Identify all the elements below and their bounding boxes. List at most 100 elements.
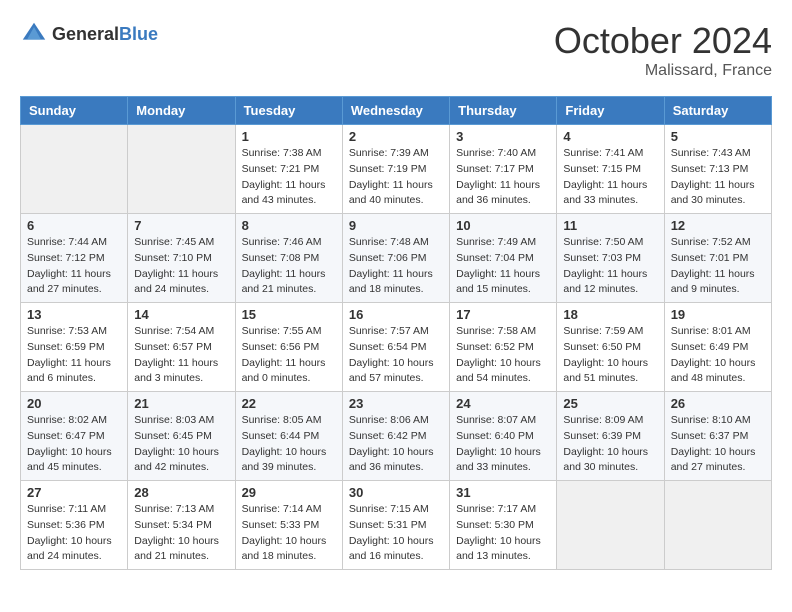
sunset-text: Sunset: 6:40 PM [456,430,534,442]
sunset-text: Sunset: 5:33 PM [242,519,320,531]
sunset-text: Sunset: 6:44 PM [242,430,320,442]
cell-info: Sunrise: 7:58 AMSunset: 6:52 PMDaylight:… [456,324,550,387]
sunset-text: Sunset: 7:08 PM [242,252,320,264]
calendar-cell: 7Sunrise: 7:45 AMSunset: 7:10 PMDaylight… [128,214,235,303]
cell-info: Sunrise: 7:43 AMSunset: 7:13 PMDaylight:… [671,146,765,209]
sunrise-text: Sunrise: 8:06 AM [349,414,429,426]
daylight-text: Daylight: 11 hours and 33 minutes. [563,179,647,207]
weekday-header: Wednesday [342,97,449,125]
calendar-week-row: 20Sunrise: 8:02 AMSunset: 6:47 PMDayligh… [21,392,772,481]
sunrise-text: Sunrise: 8:05 AM [242,414,322,426]
sunset-text: Sunset: 6:42 PM [349,430,427,442]
daylight-text: Daylight: 10 hours and 51 minutes. [563,357,648,385]
logo-icon [20,20,48,48]
logo-blue-text: Blue [119,24,158,44]
sunset-text: Sunset: 7:12 PM [27,252,105,264]
day-number: 8 [242,218,336,233]
sunset-text: Sunset: 5:30 PM [456,519,534,531]
cell-info: Sunrise: 8:07 AMSunset: 6:40 PMDaylight:… [456,413,550,476]
sunrise-text: Sunrise: 7:52 AM [671,236,751,248]
calendar-cell: 10Sunrise: 7:49 AMSunset: 7:04 PMDayligh… [450,214,557,303]
daylight-text: Daylight: 10 hours and 21 minutes. [134,535,219,563]
sunrise-text: Sunrise: 7:38 AM [242,147,322,159]
daylight-text: Daylight: 11 hours and 18 minutes. [349,268,433,296]
sunset-text: Sunset: 7:21 PM [242,163,320,175]
sunset-text: Sunset: 6:47 PM [27,430,105,442]
day-number: 11 [563,218,657,233]
daylight-text: Daylight: 10 hours and 27 minutes. [671,446,756,474]
calendar-cell [128,125,235,214]
sunset-text: Sunset: 6:37 PM [671,430,749,442]
location-title: Malissard, France [554,62,772,80]
sunrise-text: Sunrise: 8:10 AM [671,414,751,426]
daylight-text: Daylight: 11 hours and 3 minutes. [134,357,218,385]
day-number: 15 [242,307,336,322]
weekday-header: Sunday [21,97,128,125]
calendar-cell: 14Sunrise: 7:54 AMSunset: 6:57 PMDayligh… [128,303,235,392]
cell-info: Sunrise: 7:39 AMSunset: 7:19 PMDaylight:… [349,146,443,209]
daylight-text: Daylight: 10 hours and 48 minutes. [671,357,756,385]
daylight-text: Daylight: 11 hours and 43 minutes. [242,179,326,207]
sunset-text: Sunset: 5:34 PM [134,519,212,531]
day-number: 22 [242,396,336,411]
calendar-cell: 8Sunrise: 7:46 AMSunset: 7:08 PMDaylight… [235,214,342,303]
day-number: 31 [456,485,550,500]
sunrise-text: Sunrise: 7:44 AM [27,236,107,248]
day-number: 26 [671,396,765,411]
calendar-cell: 17 Sunrise: 7:58 AMSunset: 6:52 PMDayligh… [450,303,557,392]
weekday-header: Tuesday [235,97,342,125]
sunset-text: Sunset: 7:04 PM [456,252,534,264]
sunrise-text: Sunrise: 7:41 AM [563,147,643,159]
calendar-week-row: 27Sunrise: 7:11 AMSunset: 5:36 PMDayligh… [21,481,772,570]
logo: GeneralBlue [20,20,158,48]
calendar-cell: 12Sunrise: 7:52 AMSunset: 7:01 PMDayligh… [664,214,771,303]
cell-info: Sunrise: 7:59 AMSunset: 6:50 PMDaylight:… [563,324,657,387]
day-number: 17 [456,307,550,322]
calendar-cell: 15Sunrise: 7:55 AMSunset: 6:56 PMDayligh… [235,303,342,392]
daylight-text: Daylight: 10 hours and 54 minutes. [456,357,541,385]
cell-info: Sunrise: 8:06 AMSunset: 6:42 PMDaylight:… [349,413,443,476]
sunrise-text: Sunrise: 7:55 AM [242,325,322,337]
cell-info: Sunrise: 7:17 AMSunset: 5:30 PMDaylight:… [456,502,550,565]
weekday-header-row: SundayMondayTuesdayWednesdayThursdayFrid… [21,97,772,125]
calendar-cell: 16Sunrise: 7:57 AMSunset: 6:54 PMDayligh… [342,303,449,392]
sunset-text: Sunset: 6:45 PM [134,430,212,442]
cell-info: Sunrise: 7:41 AMSunset: 7:15 PMDaylight:… [563,146,657,209]
calendar-cell: 5Sunrise: 7:43 AMSunset: 7:13 PMDaylight… [664,125,771,214]
cell-info: Sunrise: 7:54 AMSunset: 6:57 PMDaylight:… [134,324,228,387]
sunset-text: Sunset: 7:03 PM [563,252,641,264]
cell-info: Sunrise: 8:03 AMSunset: 6:45 PMDaylight:… [134,413,228,476]
sunrise-text: Sunrise: 8:09 AM [563,414,643,426]
cell-info: Sunrise: 7:13 AMSunset: 5:34 PMDaylight:… [134,502,228,565]
calendar-cell: 23Sunrise: 8:06 AMSunset: 6:42 PMDayligh… [342,392,449,481]
weekday-header: Friday [557,97,664,125]
calendar-week-row: 6Sunrise: 7:44 AMSunset: 7:12 PMDaylight… [21,214,772,303]
daylight-text: Daylight: 10 hours and 39 minutes. [242,446,327,474]
sunrise-text: Sunrise: 7:46 AM [242,236,322,248]
calendar-cell: 21 Sunrise: 8:03 AMSunset: 6:45 PMDayligh… [128,392,235,481]
calendar-cell: 24 Sunrise: 8:07 AMSunset: 6:40 PMDayligh… [450,392,557,481]
day-number: 21 [134,396,228,411]
sunrise-text: Sunrise: 7:14 AM [242,503,322,515]
day-number: 23 [349,396,443,411]
day-number: 18 [563,307,657,322]
sunset-text: Sunset: 6:50 PM [563,341,641,353]
sunrise-text: Sunrise: 7:39 AM [349,147,429,159]
sunrise-text: Sunrise: 7:43 AM [671,147,751,159]
weekday-header: Thursday [450,97,557,125]
calendar-cell: 30Sunrise: 7:15 AMSunset: 5:31 PMDayligh… [342,481,449,570]
calendar-cell: 22 Sunrise: 8:05 AM Sunset: 6:44 PM Dayligh… [235,392,342,481]
cell-info: Sunrise: 7:49 AMSunset: 7:04 PMDaylight:… [456,235,550,298]
sunset-text: Sunset: 6:54 PM [349,341,427,353]
sunrise-text: Sunrise: 7:17 AM [456,503,536,515]
sunrise-text: Sunrise: 7:50 AM [563,236,643,248]
sunset-text: Sunset: 7:19 PM [349,163,427,175]
sunset-text: Sunset: 6:39 PM [563,430,641,442]
calendar-cell [21,125,128,214]
day-number: 2 [349,129,443,144]
day-number: 27 [27,485,121,500]
calendar-cell: 1Sunrise: 7:38 AMSunset: 7:21 PMDaylight… [235,125,342,214]
weekday-header: Monday [128,97,235,125]
calendar-cell: 9Sunrise: 7:48 AMSunset: 7:06 PMDaylight… [342,214,449,303]
day-number: 24 [456,396,550,411]
